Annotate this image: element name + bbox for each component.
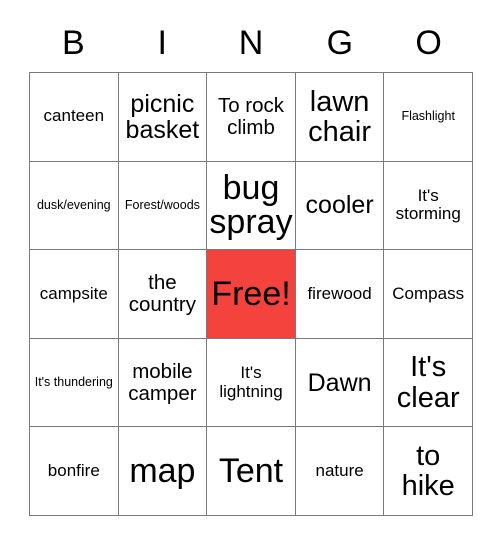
bingo-cell[interactable]: firewood [295, 250, 385, 339]
bingo-cell[interactable]: Compass [384, 250, 473, 339]
bingo-cell-label: It's clear [396, 351, 460, 414]
bingo-cell-label: Compass [392, 283, 465, 303]
bingo-cell[interactable]: campsite [30, 250, 119, 339]
bingo-cell[interactable]: bonfire [30, 427, 119, 516]
bingo-cell-label: campsite [39, 283, 108, 303]
bingo-cell[interactable]: canteen [30, 73, 119, 162]
bingo-card: B I N G O canteen picnic basket To rock climb l… [0, 0, 500, 544]
bingo-grid: canteen picnic basket To rock climb lawn ch… [29, 72, 473, 516]
bingo-cell-label: Flashlight [401, 109, 455, 124]
bingo-cell-label: the country [128, 271, 196, 316]
bingo-header-letter-b: B [62, 24, 85, 62]
bingo-cell-label: Free! [211, 274, 291, 313]
bingo-cell[interactable]: It's thundering [30, 338, 119, 428]
bingo-cell-label: It's lightning [219, 362, 283, 401]
bingo-cell-label: Tent [218, 451, 284, 490]
bingo-cell[interactable]: Flashlight [384, 73, 473, 162]
bingo-cell[interactable]: the country [118, 250, 208, 339]
bingo-cell-label: It's thundering [34, 375, 113, 390]
bingo-header-row: BINGO [29, 14, 473, 72]
bingo-cell[interactable]: lawn chair [295, 73, 385, 162]
bingo-cell[interactable]: It's clear [384, 338, 473, 428]
bingo-cell[interactable]: picnic basket [118, 73, 208, 162]
bingo-cell-label: Forest/woods [124, 198, 200, 213]
bingo-cell-label: mobile camper [128, 359, 197, 405]
bingo-cell-label: To rock climb [217, 94, 285, 139]
bingo-cell-label: cooler [305, 191, 374, 220]
bingo-cell-label: bug spray [209, 168, 293, 242]
bingo-cell-label: bonfire [47, 460, 100, 480]
bingo-cell[interactable]: mobile camper [118, 338, 208, 428]
bingo-cell-label: picnic basket [125, 89, 200, 144]
bingo-cell[interactable]: To rock climb [207, 73, 296, 162]
bingo-cell-label: map [129, 451, 196, 490]
bingo-cell-label: canteen [43, 106, 105, 126]
bingo-header-letter-g: G [326, 24, 354, 62]
bingo-cell[interactable]: It's storming [384, 161, 473, 251]
bingo-cell[interactable]: Tent [207, 427, 296, 516]
bingo-cell[interactable]: Forest/woods [118, 161, 208, 251]
bingo-cell[interactable]: to hike [384, 427, 473, 516]
bingo-cell-label: dusk/evening [36, 198, 111, 213]
bingo-header-letter-i: I [157, 24, 167, 62]
bingo-cell[interactable]: nature [295, 427, 385, 516]
bingo-cell[interactable]: dusk/evening [30, 161, 119, 251]
bingo-cell-label: to hike [401, 440, 455, 503]
bingo-cell-label: It's storming [395, 185, 461, 224]
bingo-cell[interactable]: It's lightning [207, 338, 296, 428]
bingo-cell-label: firewood [307, 283, 372, 303]
bingo-cell[interactable]: bug spray [207, 161, 296, 251]
bingo-cell-label: Dawn [307, 368, 372, 397]
bingo-cell-label: nature [315, 460, 364, 480]
bingo-cell[interactable]: Dawn [295, 338, 385, 428]
bingo-cell-label: lawn chair [308, 85, 372, 148]
bingo-header-letter-o: O [415, 24, 442, 62]
bingo-cell[interactable]: cooler [295, 161, 385, 251]
bingo-free-space[interactable]: Free! [207, 250, 296, 339]
bingo-header-letter-n: N [238, 24, 264, 62]
bingo-cell[interactable]: map [118, 427, 208, 516]
